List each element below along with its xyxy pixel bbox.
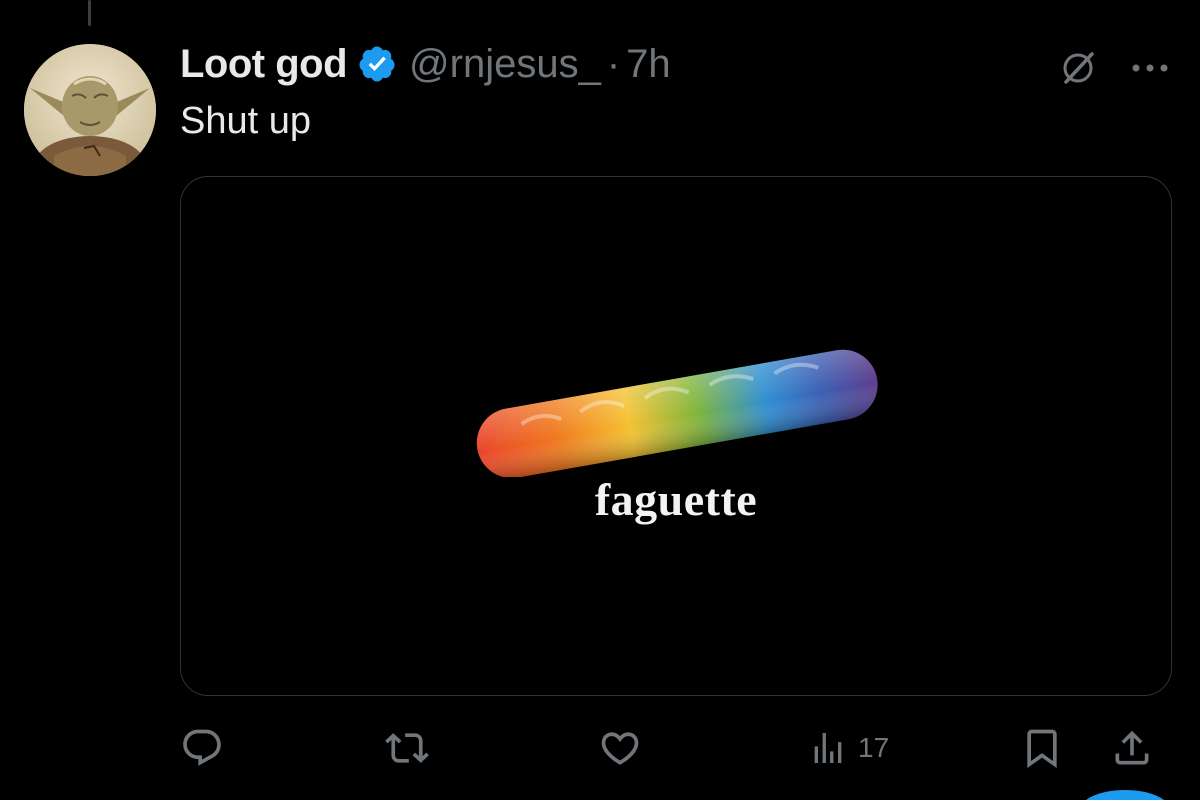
reply-icon [183, 729, 221, 766]
heart-icon [601, 732, 639, 765]
grok-icon[interactable] [1056, 46, 1100, 90]
media-caption: faguette [594, 474, 758, 525]
tweet-header: Loot god @rnjesus_ · 7h [180, 40, 671, 88]
share-icon [1115, 730, 1149, 765]
retweet-button[interactable] [385, 720, 429, 776]
tweet-top-actions [1056, 46, 1170, 90]
tweet-text: Shut up [180, 100, 311, 142]
views-count: 17 [858, 732, 890, 763]
views-icon [814, 733, 842, 763]
yoda-avatar-icon [24, 44, 156, 176]
tweet-view: Loot god @rnjesus_ · 7h Shut up faguette… [0, 0, 1200, 800]
views-button[interactable]: 17 [808, 720, 889, 776]
share-button[interactable] [1110, 720, 1154, 776]
author-handle[interactable]: @rnjesus_ [409, 42, 601, 87]
header-separator: · [606, 41, 621, 86]
rainbow-baguette-icon [476, 349, 878, 477]
avatar[interactable] [24, 44, 156, 176]
compose-fab-peek[interactable] [1080, 790, 1170, 800]
retweet-icon [385, 733, 429, 763]
tweet-timestamp[interactable]: 7h [626, 42, 671, 87]
tweet-action-bar: 17 [180, 720, 1170, 776]
bookmark-button[interactable] [1020, 720, 1064, 776]
like-button[interactable] [598, 720, 642, 776]
verified-badge-icon [357, 44, 397, 84]
author-display-name[interactable]: Loot god [180, 42, 348, 87]
tweet-media-card[interactable]: faguette [180, 176, 1172, 696]
bookmark-icon [1027, 729, 1057, 769]
thread-connector-line [88, 0, 91, 26]
more-options-icon[interactable] [1130, 61, 1170, 75]
reply-button[interactable] [180, 720, 224, 776]
